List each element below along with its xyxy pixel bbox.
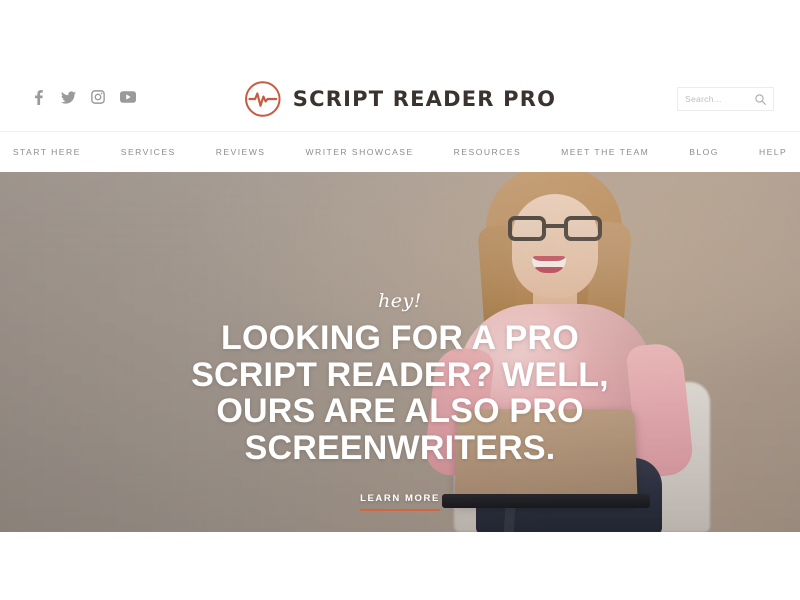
lower-lip bbox=[532, 267, 566, 273]
twitter-icon[interactable] bbox=[60, 89, 76, 105]
pulse-circle-icon bbox=[245, 81, 281, 117]
nav-item-services[interactable]: SERVICES bbox=[101, 147, 196, 157]
youtube-icon[interactable] bbox=[120, 89, 136, 105]
face-shape bbox=[512, 194, 598, 298]
site-header: SCRIPT READER PRO bbox=[0, 0, 800, 131]
below-fold-area bbox=[0, 532, 800, 600]
site-logo[interactable]: SCRIPT READER PRO bbox=[244, 80, 556, 118]
logo-wordmark: SCRIPT READER PRO bbox=[292, 87, 557, 111]
search-icon[interactable] bbox=[755, 93, 766, 105]
upper-lip bbox=[532, 256, 566, 261]
hero-copy: hey! LOOKING FOR A PRO SCRIPT READER? WE… bbox=[0, 290, 800, 511]
social-links bbox=[30, 89, 136, 105]
page-root: SCRIPT READER PRO START HERE SERVICES RE… bbox=[0, 0, 800, 600]
glasses-lens-left bbox=[508, 216, 546, 241]
nav-item-resources[interactable]: RESOURCES bbox=[434, 147, 542, 157]
nav-item-start-here[interactable]: START HERE bbox=[0, 147, 101, 157]
nav-list: START HERE SERVICES REVIEWS WRITER SHOWC… bbox=[0, 147, 800, 157]
hero-headline: LOOKING FOR A PRO SCRIPT READER? WELL, O… bbox=[191, 319, 609, 468]
search-input[interactable] bbox=[685, 94, 755, 104]
main-navigation: START HERE SERVICES REVIEWS WRITER SHOWC… bbox=[0, 131, 800, 172]
facebook-icon[interactable] bbox=[30, 89, 46, 105]
nav-item-reviews[interactable]: REVIEWS bbox=[196, 147, 286, 157]
mouth-shape bbox=[532, 256, 566, 273]
search-box[interactable] bbox=[677, 87, 774, 111]
nav-item-blog[interactable]: BLOG bbox=[669, 147, 739, 157]
glasses-icon bbox=[508, 216, 602, 242]
learn-more-button[interactable]: LEARN MORE bbox=[360, 493, 440, 511]
glasses-lens-right bbox=[564, 216, 602, 241]
nav-item-meet-the-team[interactable]: MEET THE TEAM bbox=[541, 147, 669, 157]
nav-item-help[interactable]: HELP bbox=[739, 147, 800, 157]
hero-banner: hey! LOOKING FOR A PRO SCRIPT READER? WE… bbox=[0, 172, 800, 532]
hero-eyebrow: hey! bbox=[378, 290, 422, 312]
nav-item-writer-showcase[interactable]: WRITER SHOWCASE bbox=[286, 147, 434, 157]
glasses-bridge bbox=[546, 224, 564, 228]
instagram-icon[interactable] bbox=[90, 89, 106, 105]
